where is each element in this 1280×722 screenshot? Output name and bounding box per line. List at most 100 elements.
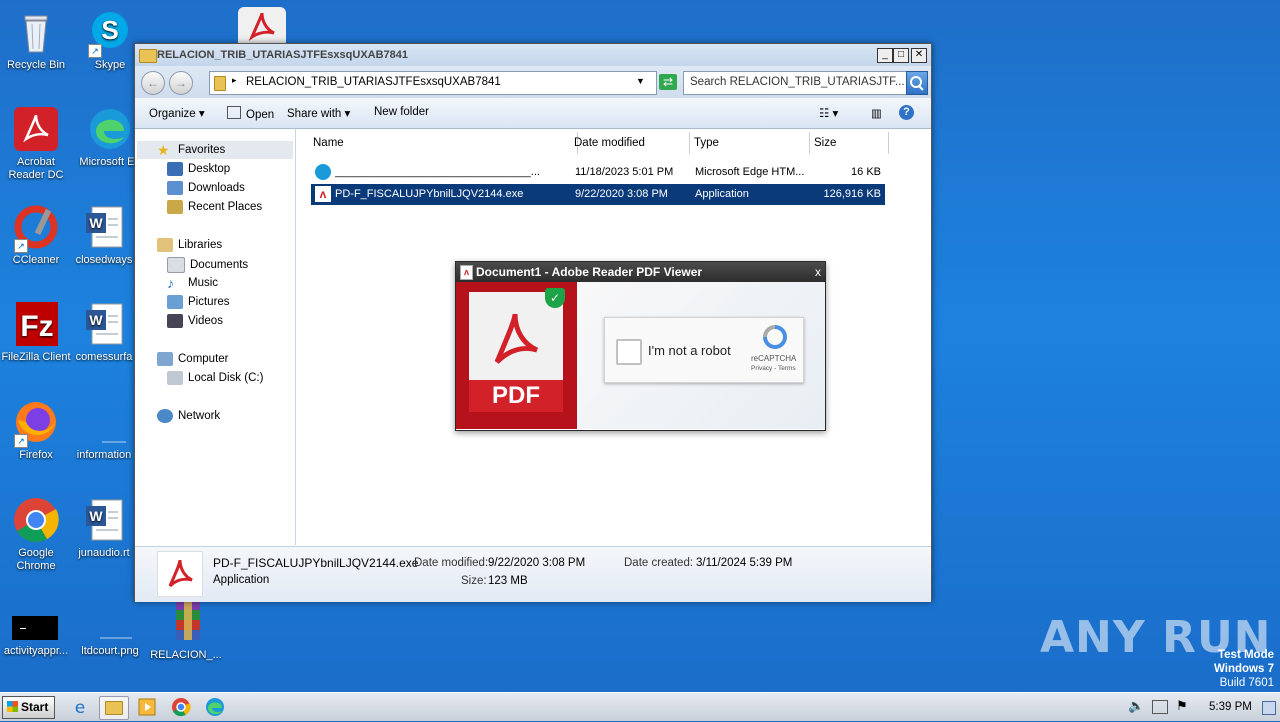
nav-network[interactable]: Network (157, 409, 220, 423)
filezilla-icon: Fz (12, 300, 60, 348)
preview-pane-icon[interactable]: ▥ (871, 106, 882, 120)
word-document-icon: W (80, 496, 128, 544)
winrar-archive-icon (162, 598, 210, 646)
taskbar-chrome-icon[interactable] (170, 696, 192, 718)
desktop-icon-label: RELACION_... (150, 649, 222, 661)
back-button[interactable]: ← (141, 71, 165, 95)
search-input[interactable]: Search RELACION_TRIB_UTARIASJTF... (683, 71, 907, 95)
nav-desktop[interactable]: Desktop (167, 162, 230, 176)
volume-icon[interactable]: 🔈 (1128, 698, 1144, 714)
svg-text:S: S (101, 15, 118, 45)
network-tray-icon[interactable] (1152, 700, 1168, 714)
acrobat-icon (12, 105, 60, 153)
desktop-icon-filezilla[interactable]: Fz FileZilla Client (0, 300, 72, 364)
popup-close-button[interactable]: x (815, 265, 821, 279)
share-with-button[interactable]: Share with ▾ (287, 106, 350, 120)
nav-computer[interactable]: Computer (157, 352, 229, 366)
column-header-name[interactable]: Name (308, 132, 578, 154)
details-size-value: 123 MB (488, 575, 528, 587)
nav-downloads[interactable]: Downloads (167, 181, 245, 195)
flag-tray-icon[interactable]: ⚑ (1176, 698, 1188, 714)
acrobat-icon (248, 12, 275, 42)
taskbar-ie-icon[interactable]: e (69, 696, 91, 718)
taskbar-edge-icon[interactable] (204, 696, 226, 718)
recaptcha-links[interactable]: Privacy - Terms (751, 365, 796, 372)
refresh-icon[interactable]: ⇄ (659, 74, 677, 90)
open-icon (227, 106, 241, 119)
column-header-size[interactable]: Size (809, 132, 889, 154)
taskbar-media-player-icon[interactable] (136, 696, 158, 718)
desktop-icon-closedways[interactable]: W closedways (68, 203, 140, 267)
libraries-icon (157, 238, 173, 252)
file-name: ________________________________... (335, 166, 540, 178)
adobe-reader-popup[interactable]: ᴧ Document1 - Adobe Reader PDF Viewer x … (455, 261, 826, 431)
desktop-icon-comessurfa[interactable]: W comessurfa (68, 300, 140, 364)
folder-icon (139, 49, 157, 63)
desktop-icon-label: activityappr... (3, 645, 69, 657)
popup-title: Document1 - Adobe Reader PDF Viewer (476, 265, 703, 279)
desktop-icon-firefox[interactable]: ↗ Firefox (0, 398, 72, 462)
star-icon: ★ (157, 142, 170, 158)
pdf-document-graphic: PDF (469, 292, 563, 412)
close-button[interactable]: ✕ (911, 48, 927, 63)
nav-pictures[interactable]: Pictures (167, 295, 230, 309)
open-button[interactable]: Open (227, 106, 274, 121)
acrobat-file-icon (157, 551, 203, 597)
minimize-button[interactable]: _ (877, 48, 893, 63)
ccleaner-icon: ↗ (12, 203, 60, 253)
desktop-icon-junaudio[interactable]: W junaudio.rt (68, 496, 140, 560)
nav-music[interactable]: ♪ Music (167, 276, 218, 290)
nav-libraries[interactable]: Libraries (157, 238, 222, 252)
navigation-pane: ★ Favorites Desktop Downloads Recent Plac… (135, 129, 296, 545)
recaptcha-checkbox[interactable] (616, 339, 642, 365)
recaptcha-brand: reCAPTCHA (751, 354, 797, 363)
nav-recent-places[interactable]: Recent Places (167, 200, 262, 214)
nav-videos[interactable]: Videos (167, 314, 223, 328)
nav-documents[interactable]: Documents (167, 257, 248, 273)
acrobat-desktop-icon-partial[interactable] (238, 7, 286, 43)
start-button[interactable]: Start (2, 696, 55, 719)
desktop-icon-ltdcourt[interactable]: ltdcourt.png (74, 594, 146, 658)
view-options-icon[interactable]: ☷ ▾ (819, 106, 838, 120)
desktop-icon-acrobat[interactable]: Acrobat Reader DC (0, 105, 72, 182)
column-header-date[interactable]: Date modified (569, 132, 690, 154)
videos-icon (167, 314, 183, 328)
recaptcha-logo-icon (763, 325, 787, 349)
clock[interactable]: 5:39 PM (1209, 701, 1252, 713)
desktop-icon-activityappr[interactable]: activityappr... (0, 594, 72, 658)
desktop-icon-recycle-bin[interactable]: Recycle Bin (0, 8, 72, 72)
pdf-exe-icon: ᴧ (315, 186, 331, 202)
maximize-button[interactable]: □ (893, 48, 909, 63)
address-bar[interactable]: ▸ RELACION_TRIB_UTARIASJTFEsxsqUXAB7841 … (209, 71, 657, 95)
file-row-selected[interactable]: ᴧ PD-F_FISCALUJPYbnilLJQV2144.exe 9/22/2… (311, 184, 885, 205)
address-dropdown-icon[interactable]: ▼ (636, 76, 645, 86)
help-icon[interactable]: ? (899, 105, 914, 120)
desktop-icon-chrome[interactable]: Google Chrome (0, 496, 72, 573)
desktop-icon-label: Firefox (19, 449, 53, 461)
window-title: RELACION_TRIB_UTARIASJTFEsxsqUXAB7841 (157, 49, 409, 61)
pdf-panel: PDF ✓ (456, 282, 577, 429)
popup-titlebar[interactable]: ᴧ Document1 - Adobe Reader PDF Viewer x (456, 262, 825, 282)
taskbar: Start e 🔈 ⚑ 5:39 PM (0, 692, 1280, 721)
desktop-icon-ccleaner[interactable]: ↗ CCleaner (0, 203, 72, 267)
column-header-type[interactable]: Type (689, 132, 810, 154)
file-row[interactable]: ________________________________... 11/1… (311, 162, 885, 183)
svg-text:W: W (89, 312, 103, 328)
recaptcha-widget[interactable]: I'm not a robot reCAPTCHA Privacy - Term… (604, 317, 804, 383)
desktop-icon-label: Acrobat Reader DC (8, 156, 64, 181)
nav-favorites[interactable]: ★ Favorites (157, 143, 225, 157)
organize-button[interactable]: Organize ▾ (149, 106, 205, 120)
search-icon[interactable] (906, 71, 928, 95)
new-folder-button[interactable]: New folder (374, 106, 429, 118)
downloads-icon (167, 181, 183, 195)
breadcrumb-chevron-icon: ▸ (232, 75, 237, 85)
nav-local-disk[interactable]: Local Disk (C:) (167, 371, 263, 385)
desktop-icon-relacion-archive[interactable]: RELACION_... (150, 598, 222, 662)
taskbar-explorer-icon[interactable] (99, 696, 129, 720)
test-mode-line1: Test Mode (1217, 649, 1274, 661)
show-desktop-button[interactable] (1262, 701, 1276, 715)
desktop-icon-label: Recycle Bin (6, 59, 66, 71)
explorer-titlebar[interactable]: RELACION_TRIB_UTARIASJTFEsxsqUXAB7841 _ … (135, 44, 931, 66)
desktop-icon-information[interactable]: information (68, 398, 140, 462)
forward-button[interactable]: → (169, 71, 193, 95)
